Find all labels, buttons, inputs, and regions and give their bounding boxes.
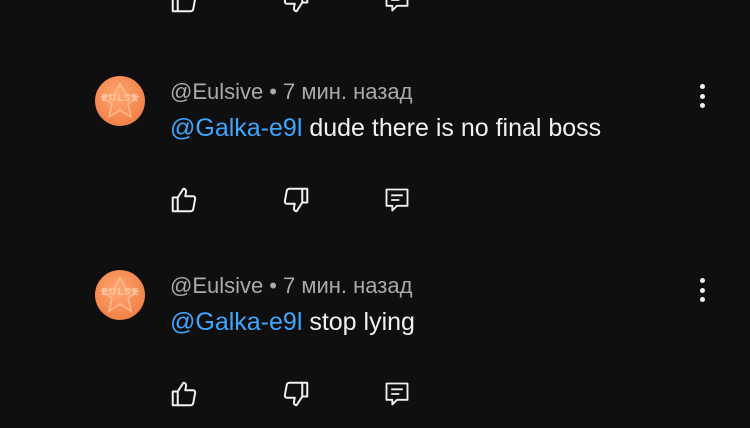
thumbs-down-icon <box>283 381 309 407</box>
reply-button[interactable] <box>379 182 415 218</box>
reply-button[interactable] <box>379 0 415 18</box>
menu-dot <box>699 103 705 108</box>
like-button[interactable] <box>166 376 202 412</box>
avatar-text: EULSE <box>101 93 139 104</box>
reply-button[interactable] <box>379 376 415 412</box>
more-vert-icon[interactable] <box>690 80 714 112</box>
dislike-button[interactable] <box>278 182 314 218</box>
comment-actions <box>0 374 750 414</box>
reply-comment-icon <box>385 188 409 212</box>
comments-thread: EULSE @Eulsive • 7 мин. назад @Galka-e9l d… <box>0 0 750 428</box>
comment-actions-previous <box>0 0 750 20</box>
comment: EULSE @Eulsive • 7 мин. назад @Galka-e9l d… <box>0 76 750 156</box>
reply-comment-icon <box>385 382 409 406</box>
comment-body: dude there is no final boss <box>309 114 602 142</box>
menu-dot <box>699 278 705 283</box>
dislike-button[interactable] <box>278 376 314 412</box>
comment-mention[interactable]: @Galka-e9l <box>170 308 302 336</box>
more-vert-icon[interactable] <box>690 274 714 306</box>
like-button[interactable] <box>166 182 202 218</box>
like-button[interactable] <box>166 0 202 18</box>
comment-body: stop lying <box>309 308 415 336</box>
menu-dot <box>699 287 705 293</box>
menu-dot <box>699 297 705 302</box>
comment-time[interactable]: 7 мин. назад <box>283 79 412 104</box>
thumbs-up-icon <box>171 381 197 407</box>
avatar[interactable]: EULSE <box>95 270 145 320</box>
meta-separator: • <box>269 273 277 298</box>
comment-meta: @Eulsive • 7 мин. назад <box>170 273 412 299</box>
comment-actions <box>0 180 750 220</box>
thumbs-up-icon <box>171 187 197 213</box>
comment: EULSE @Eulsive • 7 мин. назад @Galka-e9l s… <box>0 270 750 350</box>
meta-separator: • <box>269 79 277 104</box>
menu-dot <box>699 84 705 89</box>
comment-text: @Galka-e9l stop lying <box>170 307 415 337</box>
comment-time[interactable]: 7 мин. назад <box>283 273 412 298</box>
thumbs-down-icon <box>283 0 309 13</box>
avatar[interactable]: EULSE <box>95 76 145 126</box>
thumbs-up-icon <box>171 0 196 13</box>
avatar-text: EULSE <box>101 287 139 298</box>
reply-comment-icon <box>385 0 409 12</box>
comment-mention[interactable]: @Galka-e9l <box>170 114 302 142</box>
comment-text: @Galka-e9l dude there is no final boss <box>170 113 601 143</box>
thumbs-down-icon <box>283 187 309 213</box>
menu-dot <box>699 93 705 99</box>
dislike-button[interactable] <box>278 0 314 18</box>
comment-author[interactable]: @Eulsive <box>170 79 263 104</box>
comment-author[interactable]: @Eulsive <box>170 273 263 298</box>
comment-meta: @Eulsive • 7 мин. назад <box>170 79 412 105</box>
